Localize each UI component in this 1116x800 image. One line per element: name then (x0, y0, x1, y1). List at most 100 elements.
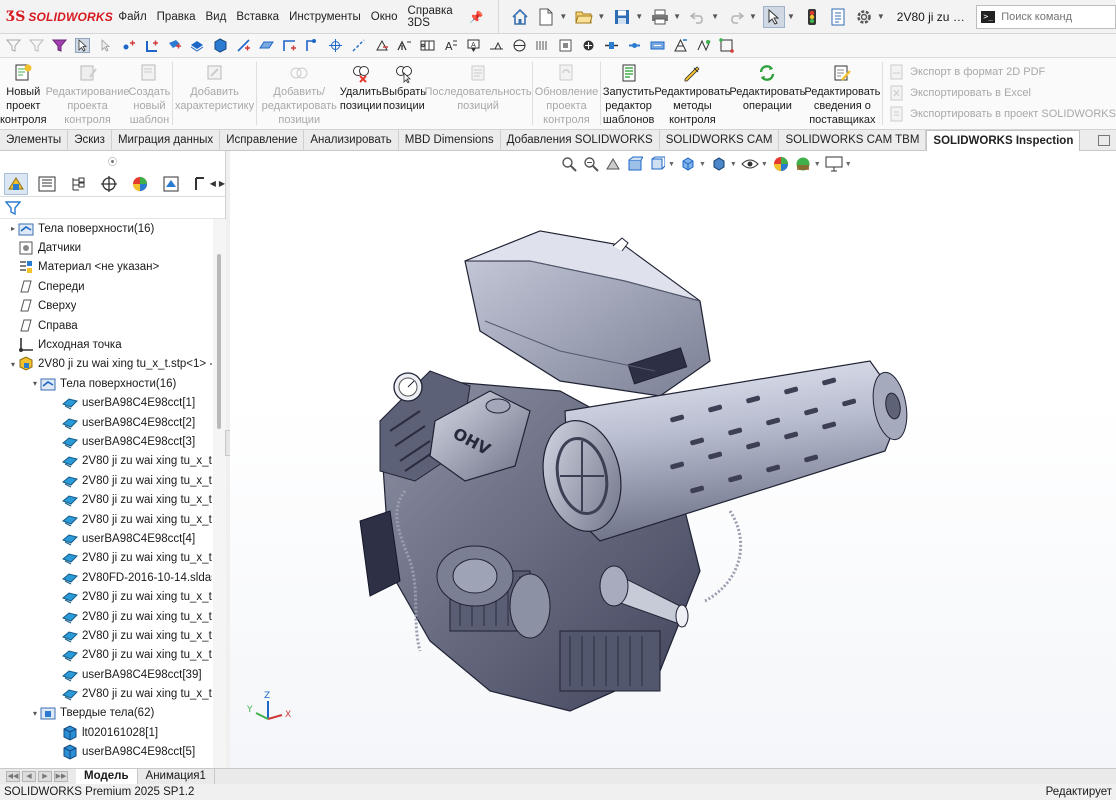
filter-geometric-tolerance-icon[interactable] (420, 38, 435, 53)
filter-midpoints-icon[interactable] (650, 38, 665, 53)
filter-centerline-icon[interactable] (351, 38, 366, 53)
tab-solidworks-inspection[interactable]: SOLIDWORKS Inspection (926, 130, 1081, 151)
export-solidworks-project-button[interactable]: Экспортировать в проект SOLIDWORKS (889, 103, 1116, 124)
filter-blocks-icon[interactable] (558, 38, 573, 53)
first-tab-icon[interactable]: ◀◀ (6, 771, 20, 782)
menu-tools[interactable]: Инструменты (284, 11, 366, 23)
edit-vendor-info-button[interactable]: Редактировать сведения о поставщиках (804, 58, 880, 129)
tree-item[interactable]: 2V80 ji zu wai xing tu_x_t.s (0, 452, 212, 471)
export-2d-pdf-button[interactable]: Экспорт в формат 2D PDF (889, 61, 1116, 82)
tree-item[interactable]: 2V80 ji zu wai xing tu_x_t.s (0, 646, 212, 665)
tree-item[interactable]: 2V80 ji zu wai xing tu_x_t.s (0, 587, 212, 606)
filter-surface-finish-icon[interactable] (397, 38, 412, 53)
tree-item[interactable]: ▾ Тела поверхности(16) (0, 374, 212, 393)
filter-sketch-segments-icon[interactable] (282, 38, 297, 53)
panel-tab-more-icon[interactable] (190, 173, 210, 195)
expand-toggle-icon[interactable]: ▾ (30, 709, 40, 718)
filter-vertices-icon[interactable] (121, 38, 136, 53)
filter-axes-icon[interactable] (236, 38, 251, 53)
tab-mbd-dimensions[interactable]: MBD Dimensions (399, 130, 501, 151)
tree-item[interactable]: Датчики (0, 238, 212, 257)
command-search[interactable]: >_ (976, 4, 1116, 29)
expand-toggle-icon[interactable]: ▸ (8, 224, 18, 233)
tree-item[interactable]: 2V80 ji zu wai xing tu_x_t.s (0, 549, 212, 568)
tree-item[interactable]: ▾ Твердые тела(62) (0, 704, 212, 723)
tree-item[interactable]: lt020161028[1] (0, 723, 212, 742)
tree-item[interactable]: 2V80FD-2016-10-14.sldas (0, 568, 212, 587)
create-new-template-button[interactable]: Создать новый шаблон (129, 58, 170, 129)
tree-item[interactable]: ▾ 2V80 ji zu wai xing tu_x_t.stp<1> -: (0, 355, 212, 374)
configurationmanager-tab-icon[interactable] (66, 173, 90, 195)
propertymanager-tab-icon[interactable] (35, 173, 59, 195)
filter-notes-icon[interactable]: A (443, 38, 458, 53)
filter-datum-feature-icon[interactable]: A (466, 38, 481, 53)
expand-toggle-icon[interactable]: ▾ (30, 379, 40, 388)
filter-dimensions-icon[interactable] (374, 38, 389, 53)
filter-dowel-pin-icon[interactable] (581, 38, 596, 53)
undo-icon[interactable] (687, 6, 709, 28)
filter-solid-bodies-icon[interactable] (213, 38, 228, 53)
tree-filter-bar[interactable] (0, 197, 225, 219)
print-icon[interactable] (649, 6, 671, 28)
edit-operations-button[interactable]: Редактировать операции (729, 58, 805, 129)
filter-mesh-vertices-icon[interactable] (719, 38, 734, 53)
command-search-input[interactable] (1001, 10, 1112, 23)
filter-mesh-facets-icon[interactable] (673, 38, 688, 53)
graphics-area[interactable]: ▼ ▼ ▼ ▼ ▼ ▼ OHV Z X Y (230, 151, 1116, 768)
tree-item[interactable]: 2V80 ji zu wai xing tu_x_t.s (0, 626, 212, 645)
filter-clear-icon[interactable] (52, 38, 67, 53)
menu-help[interactable]: Справка 3DS (403, 5, 461, 29)
restore-window-icon[interactable] (1098, 134, 1111, 146)
tree-item[interactable]: userBA98C4E98cct[1] (0, 394, 212, 413)
options-gear-icon[interactable] (853, 6, 875, 28)
panel-tabs-scroll-right-icon[interactable]: ▶ (219, 179, 225, 188)
chevron-down-icon[interactable]: ▼ (597, 12, 605, 21)
prev-tab-icon[interactable]: ◀ (22, 771, 36, 782)
tree-item[interactable]: Спереди (0, 277, 212, 296)
select-balloons-button[interactable]: Выбрать позиции (382, 58, 426, 129)
panel-grip[interactable]: ⦿ (0, 151, 225, 171)
chevron-down-icon[interactable]: ▼ (749, 12, 757, 21)
menu-file[interactable]: Файл (113, 11, 151, 23)
rebuild-traffic-light-icon[interactable] (801, 6, 823, 28)
chevron-down-icon[interactable]: ▼ (559, 12, 567, 21)
display-manager-tab-icon[interactable] (128, 173, 152, 195)
tab-direct-editing[interactable]: Исправление (220, 130, 305, 151)
tree-item[interactable]: 2V80 ji zu wai xing tu_x_t.s (0, 471, 212, 490)
tab-sketch[interactable]: Эскиз (68, 130, 112, 151)
tab-solidworks-cam-tbm[interactable]: SOLIDWORKS CAM TBM (779, 130, 927, 151)
tab-features[interactable]: Элементы (0, 130, 69, 151)
filter-connection-points-icon[interactable] (604, 38, 619, 53)
filter-mesh-edges-icon[interactable] (696, 38, 711, 53)
filter-surface-bodies-icon[interactable] (190, 38, 205, 53)
redo-icon[interactable] (725, 6, 747, 28)
tree-item[interactable]: Материал <не указан> (0, 258, 212, 277)
filter-select-icon[interactable] (75, 38, 90, 53)
menu-insert[interactable]: Вставка (231, 11, 284, 23)
add-characteristic-button[interactable]: Добавить характеристику (175, 58, 254, 129)
tree-item[interactable]: userBA98C4E98cct[3] (0, 432, 212, 451)
tree-item[interactable]: 2V80 ji zu wai xing tu_x_t.s (0, 607, 212, 626)
scrollbar-thumb[interactable] (217, 254, 221, 429)
chevron-down-icon[interactable]: ▼ (877, 12, 885, 21)
update-inspection-project-button[interactable]: Обновление проекта контроля (535, 58, 598, 129)
filter-center-marks-icon[interactable] (328, 38, 343, 53)
tree-item[interactable]: 2V80 ji zu wai xing tu_x_t.s (0, 490, 212, 509)
featuremanager-tab-icon[interactable] (4, 172, 28, 195)
delete-balloons-button[interactable]: Удалить позиции (340, 58, 382, 129)
tab-evaluate[interactable]: Анализировать (304, 130, 399, 151)
filter-weld-symbol-icon[interactable] (489, 38, 504, 53)
menu-window[interactable]: Окно (366, 11, 403, 23)
home-icon[interactable] (509, 6, 531, 28)
expand-toggle-icon[interactable]: ▾ (8, 360, 18, 369)
filter-cosmetic-thread-icon[interactable] (535, 38, 550, 53)
tree-item[interactable]: Сверху (0, 297, 212, 316)
tree-item[interactable]: userBA98C4E98cct[2] (0, 413, 212, 432)
balloon-sequence-button[interactable]: Последовательность позиций (424, 58, 532, 129)
pin-menu-icon[interactable]: 📌 (464, 10, 488, 24)
solidworks-logo[interactable]: ƷS SOLIDWORKS (0, 9, 113, 25)
tab-solidworks-cam[interactable]: SOLIDWORKS CAM (660, 130, 780, 151)
tab-model[interactable]: Модель (76, 768, 138, 785)
last-tab-icon[interactable]: ▶▶ (54, 771, 68, 782)
filter-planes-icon[interactable] (259, 38, 274, 53)
